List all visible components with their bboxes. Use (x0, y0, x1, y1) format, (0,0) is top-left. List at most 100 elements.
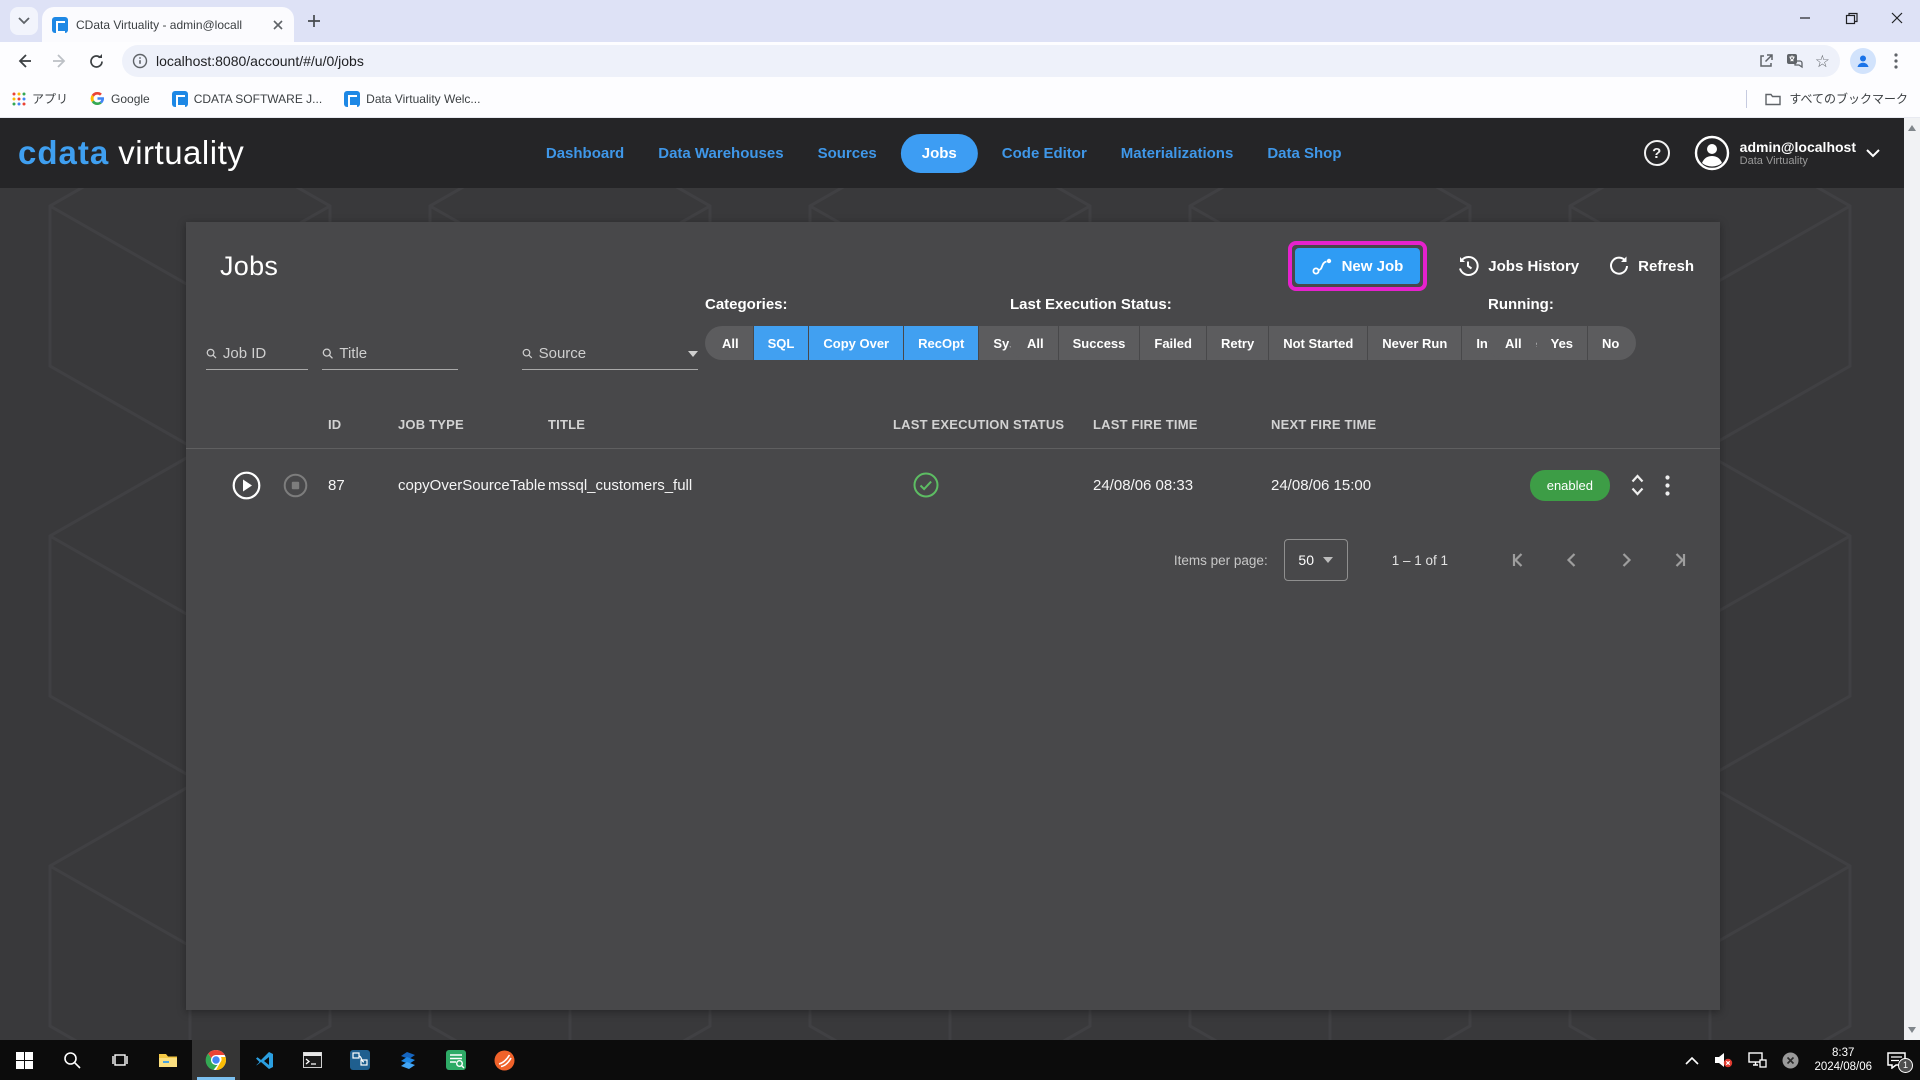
chip-status-success[interactable]: Success (1058, 326, 1140, 360)
stop-job-button[interactable] (283, 473, 308, 498)
putty-button[interactable] (336, 1040, 384, 1080)
vscode-button[interactable] (240, 1040, 288, 1080)
chip-status-not-started[interactable]: Not Started (1269, 326, 1368, 360)
nav-data-shop[interactable]: Data Shop (1257, 135, 1351, 172)
source-filter[interactable] (522, 338, 698, 370)
chip-status-failed[interactable]: Failed (1140, 326, 1206, 360)
webpage: cdata virtuality Dashboard Data Warehous… (0, 118, 1920, 1040)
tab-search-button[interactable] (10, 7, 38, 35)
chip-status-retry[interactable]: Retry (1206, 326, 1269, 360)
open-in-new-icon[interactable] (1758, 53, 1774, 69)
orange-app-button[interactable] (480, 1040, 528, 1080)
nav-jobs[interactable]: Jobs (900, 133, 978, 173)
taskbar-search-button[interactable] (48, 1040, 96, 1080)
network-icon[interactable] (1748, 1052, 1768, 1068)
new-job-button[interactable]: New Job (1294, 248, 1421, 284)
scroll-down-arrow[interactable] (1908, 1027, 1916, 1033)
back-button[interactable] (8, 45, 40, 77)
terminal-button[interactable] (288, 1040, 336, 1080)
bookmark-label: Data Virtuality Welc... (366, 91, 481, 106)
browser-tab[interactable]: CData Virtuality - admin@locall (42, 7, 294, 42)
person-icon (1857, 55, 1869, 67)
profile-avatar[interactable] (1850, 48, 1876, 74)
logo-virtuality: virtuality (118, 134, 245, 171)
chip-copy-over[interactable]: Copy Over (809, 326, 904, 360)
unfold-more-icon[interactable] (1630, 474, 1645, 496)
chip-running-yes[interactable]: Yes (1536, 326, 1588, 360)
back-icon (18, 54, 31, 68)
translate-icon[interactable] (1786, 53, 1803, 70)
run-job-button[interactable] (232, 471, 261, 500)
site-info-icon[interactable] (132, 53, 148, 69)
job-id-filter[interactable] (206, 338, 308, 370)
address-bar[interactable]: localhost:8080/account/#/u/0/jobs ☆ (122, 45, 1840, 77)
chip-all[interactable]: All (705, 326, 753, 360)
tray-clock[interactable]: 8:37 2024/08/06 (1814, 1046, 1872, 1075)
nav-dashboard[interactable]: Dashboard (536, 135, 634, 172)
tray-expand-icon[interactable] (1685, 1056, 1700, 1065)
navbar-right: ? admin@localhost Data Virtuality (1643, 135, 1880, 171)
browser-menu-button[interactable] (1880, 45, 1912, 77)
dropdown-caret-icon[interactable] (688, 350, 698, 357)
action-center-button[interactable]: 1 (1887, 1051, 1913, 1073)
app-logo[interactable]: cdata virtuality (18, 134, 244, 172)
enabled-badge[interactable]: enabled (1529, 469, 1610, 501)
all-bookmarks-label: すべてのブックマーク (1789, 92, 1908, 106)
source-input[interactable] (538, 345, 682, 362)
bookmark-cdata-software[interactable]: CDATA SOFTWARE J... (171, 90, 322, 107)
header-job-type: JOB TYPE (398, 416, 464, 432)
new-tab-button[interactable] (300, 7, 328, 35)
chip-running-all[interactable]: All (1488, 326, 1536, 360)
url-text[interactable]: localhost:8080/account/#/u/0/jobs (156, 53, 1750, 69)
task-view-button[interactable] (96, 1040, 144, 1080)
bookmark-star-icon[interactable]: ☆ (1815, 53, 1830, 70)
all-bookmarks[interactable]: すべてのブックマーク (1746, 89, 1908, 108)
close-button[interactable] (1874, 0, 1920, 36)
bookmark-data-virtuality[interactable]: Data Virtuality Welc... (344, 90, 481, 107)
chevron-down-icon (1866, 148, 1880, 157)
title-filter[interactable] (322, 338, 458, 370)
chip-recopt[interactable]: RecOpt (904, 326, 979, 360)
tab-close-icon[interactable] (270, 17, 286, 33)
help-icon[interactable]: ? (1643, 140, 1670, 166)
bookmark-apps[interactable]: アプリ (12, 90, 68, 107)
bookmark-google[interactable]: Google (90, 91, 150, 106)
jobs-history-button[interactable]: Jobs History (1457, 255, 1579, 277)
table-row: 87 copyOverSourceTable mssql_customers_f… (206, 449, 1700, 521)
chip-status-all[interactable]: All (1010, 326, 1058, 360)
scroll-up-arrow[interactable] (1908, 125, 1916, 131)
nav-code-editor[interactable]: Code Editor (992, 135, 1097, 172)
chip-running-no[interactable]: No (1588, 326, 1637, 360)
layers-app-button[interactable] (384, 1040, 432, 1080)
status-x-icon[interactable] (1782, 1052, 1799, 1069)
volume-muted-icon[interactable] (1714, 1052, 1733, 1068)
log-viewer-button[interactable] (432, 1040, 480, 1080)
first-page-button[interactable] (1506, 548, 1530, 572)
next-page-button[interactable] (1614, 548, 1638, 572)
cell-title[interactable]: mssql_customers_full (548, 477, 893, 494)
refresh-button[interactable]: Refresh (1609, 255, 1694, 277)
user-menu[interactable]: admin@localhost Data Virtuality (1694, 135, 1880, 171)
nav-data-warehouses[interactable]: Data Warehouses (648, 135, 793, 172)
page-scrollbar[interactable] (1904, 118, 1920, 1040)
file-explorer-button[interactable] (144, 1040, 192, 1080)
chip-sql[interactable]: SQL (753, 326, 809, 360)
title-input[interactable] (339, 345, 458, 362)
app-navbar: cdata virtuality Dashboard Data Warehous… (0, 118, 1920, 188)
chrome-taskbar-button[interactable] (192, 1040, 240, 1080)
nav-materializations[interactable]: Materializations (1111, 135, 1244, 172)
nav-sources[interactable]: Sources (808, 135, 887, 172)
page-size-select[interactable]: 50 (1283, 539, 1348, 581)
last-page-button[interactable] (1668, 548, 1692, 572)
row-menu-kebab-icon[interactable] (1665, 474, 1670, 496)
restore-button[interactable] (1828, 0, 1874, 36)
reload-button[interactable] (80, 45, 112, 77)
forward-button[interactable] (44, 45, 76, 77)
bookmark-label: アプリ (32, 92, 69, 106)
prev-page-button[interactable] (1560, 548, 1584, 572)
task-view-icon (112, 1054, 128, 1066)
start-button[interactable] (0, 1040, 48, 1080)
minimize-button[interactable] (1782, 0, 1828, 36)
chip-status-never-run[interactable]: Never Run (1368, 326, 1462, 360)
job-id-input[interactable] (222, 345, 308, 362)
